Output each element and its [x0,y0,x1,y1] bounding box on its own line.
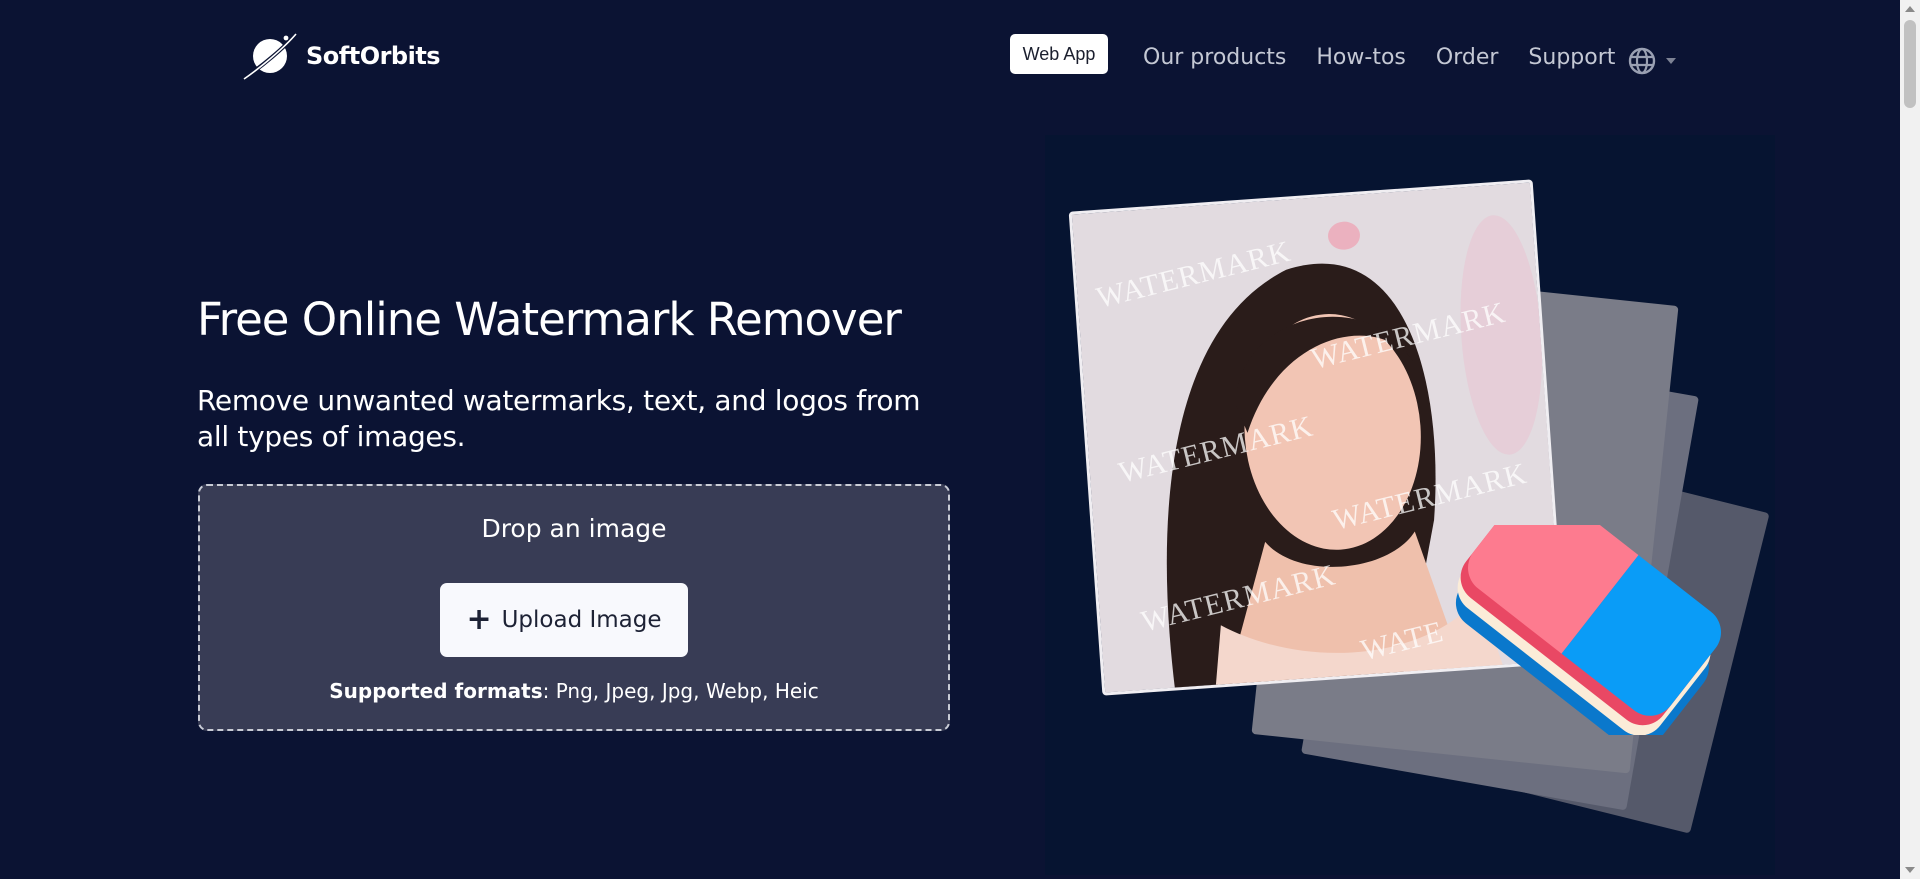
image-drop-zone[interactable]: Drop an image + Upload Image Supported f… [198,484,950,731]
globe-icon [1628,47,1656,75]
web-app-button[interactable]: Web App [1010,34,1108,74]
hero-illustration: WATERMARK WATERMARK WATERMARK WATERMARK … [1045,135,1775,875]
brand-name: SoftOrbits [306,42,441,70]
supported-formats: Supported formats: Png, Jpeg, Jpg, Webp,… [200,679,948,703]
upload-button-label: Upload Image [501,607,662,633]
language-selector[interactable] [1628,47,1676,75]
planet-logo-icon [243,32,298,80]
page-subtitle: Remove unwanted watermarks, text, and lo… [197,384,921,453]
site-header: SoftOrbits Web App Our products How-tos … [0,0,1900,110]
formats-label: Supported formats [329,679,543,703]
nav-our-products[interactable]: Our products [1143,44,1286,72]
scrollbar-thumb[interactable] [1904,20,1916,108]
main-nav: Our products How-tos Order Support [1143,44,1615,72]
brand-logo[interactable]: SoftOrbits [242,30,441,82]
page-scrollbar[interactable] [1900,0,1920,879]
nav-order[interactable]: Order [1436,44,1499,72]
upload-image-button[interactable]: + Upload Image [440,583,688,657]
scroll-down-icon[interactable] [1905,867,1915,873]
drop-label: Drop an image [481,514,667,543]
eraser-graphic [1430,525,1730,735]
formats-value: : Png, Jpeg, Jpg, Webp, Heic [542,679,819,703]
nav-support[interactable]: Support [1528,44,1615,72]
plus-icon: + [466,602,492,637]
nav-how-tos[interactable]: How-tos [1316,44,1405,72]
chevron-down-icon [1666,58,1676,64]
page-title: Free Online Watermark Remover [197,293,902,346]
scroll-up-icon[interactable] [1905,6,1915,12]
